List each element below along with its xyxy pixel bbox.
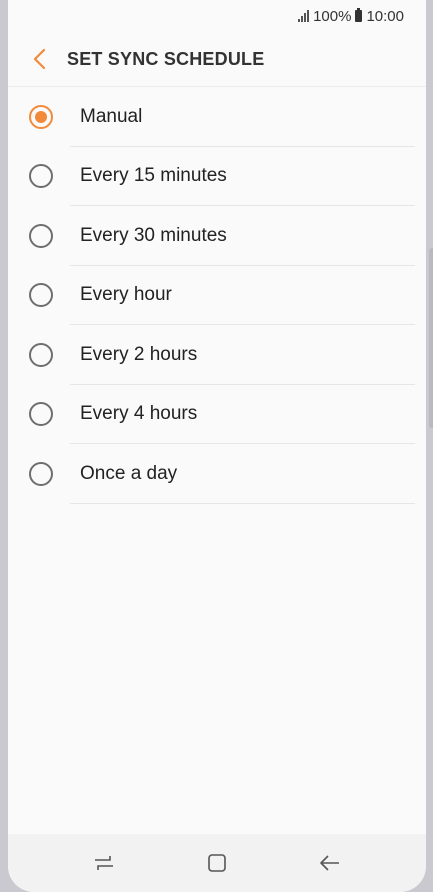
option-label: Manual	[80, 105, 143, 127]
option-label: Every hour	[80, 284, 172, 306]
side-key	[429, 248, 433, 428]
option-label: Once a day	[80, 462, 178, 484]
option-once-a-day[interactable]: Once a day	[8, 444, 426, 504]
option-every-hour[interactable]: Every hour	[8, 266, 426, 325]
clock: 10:00	[366, 7, 404, 25]
radio-unchecked-icon[interactable]	[29, 461, 53, 486]
recent-apps-button[interactable]	[80, 839, 128, 887]
back-button[interactable]	[16, 35, 64, 83]
battery-percent: 100%	[313, 7, 352, 25]
radio-unchecked-icon[interactable]	[29, 283, 53, 308]
app-bar: SET SYNC SCHEDULE	[8, 32, 426, 87]
option-every-30-minutes[interactable]: Every 30 minutes	[8, 206, 426, 266]
screen: 100% 10:00 SET SYNC SCHEDULE Manual Ever…	[8, 0, 426, 892]
home-icon	[208, 854, 226, 872]
option-label: Every 4 hours	[80, 403, 198, 425]
sync-schedule-list: Manual Every 15 minutes Every 30 minutes…	[8, 87, 426, 504]
option-label: Every 30 minutes	[80, 224, 227, 246]
device-frame: 100% 10:00 SET SYNC SCHEDULE Manual Ever…	[0, 0, 433, 892]
radio-unchecked-icon[interactable]	[29, 164, 53, 189]
status-bar: 100% 10:00	[8, 0, 426, 32]
back-nav-button[interactable]	[306, 839, 354, 887]
radio-unchecked-icon[interactable]	[29, 223, 53, 248]
radio-unchecked-icon[interactable]	[29, 402, 53, 427]
back-icon	[319, 855, 339, 871]
home-button[interactable]	[193, 839, 241, 887]
recent-apps-icon	[95, 856, 114, 870]
option-label: Every 2 hours	[80, 343, 198, 365]
radio-unchecked-icon[interactable]	[29, 342, 53, 367]
option-every-4-hours[interactable]: Every 4 hours	[8, 385, 426, 444]
option-label: Every 15 minutes	[80, 165, 227, 187]
page-title: SET SYNC SCHEDULE	[67, 48, 265, 69]
option-every-2-hours[interactable]: Every 2 hours	[8, 325, 426, 385]
signal-icon	[298, 10, 310, 22]
radio-checked-icon[interactable]	[29, 104, 53, 129]
option-every-15-minutes[interactable]: Every 15 minutes	[8, 147, 426, 206]
battery-icon	[355, 8, 363, 22]
navigation-bar	[8, 834, 426, 892]
chevron-left-icon	[33, 48, 46, 70]
option-manual[interactable]: Manual	[8, 87, 426, 147]
divider	[70, 502, 415, 504]
